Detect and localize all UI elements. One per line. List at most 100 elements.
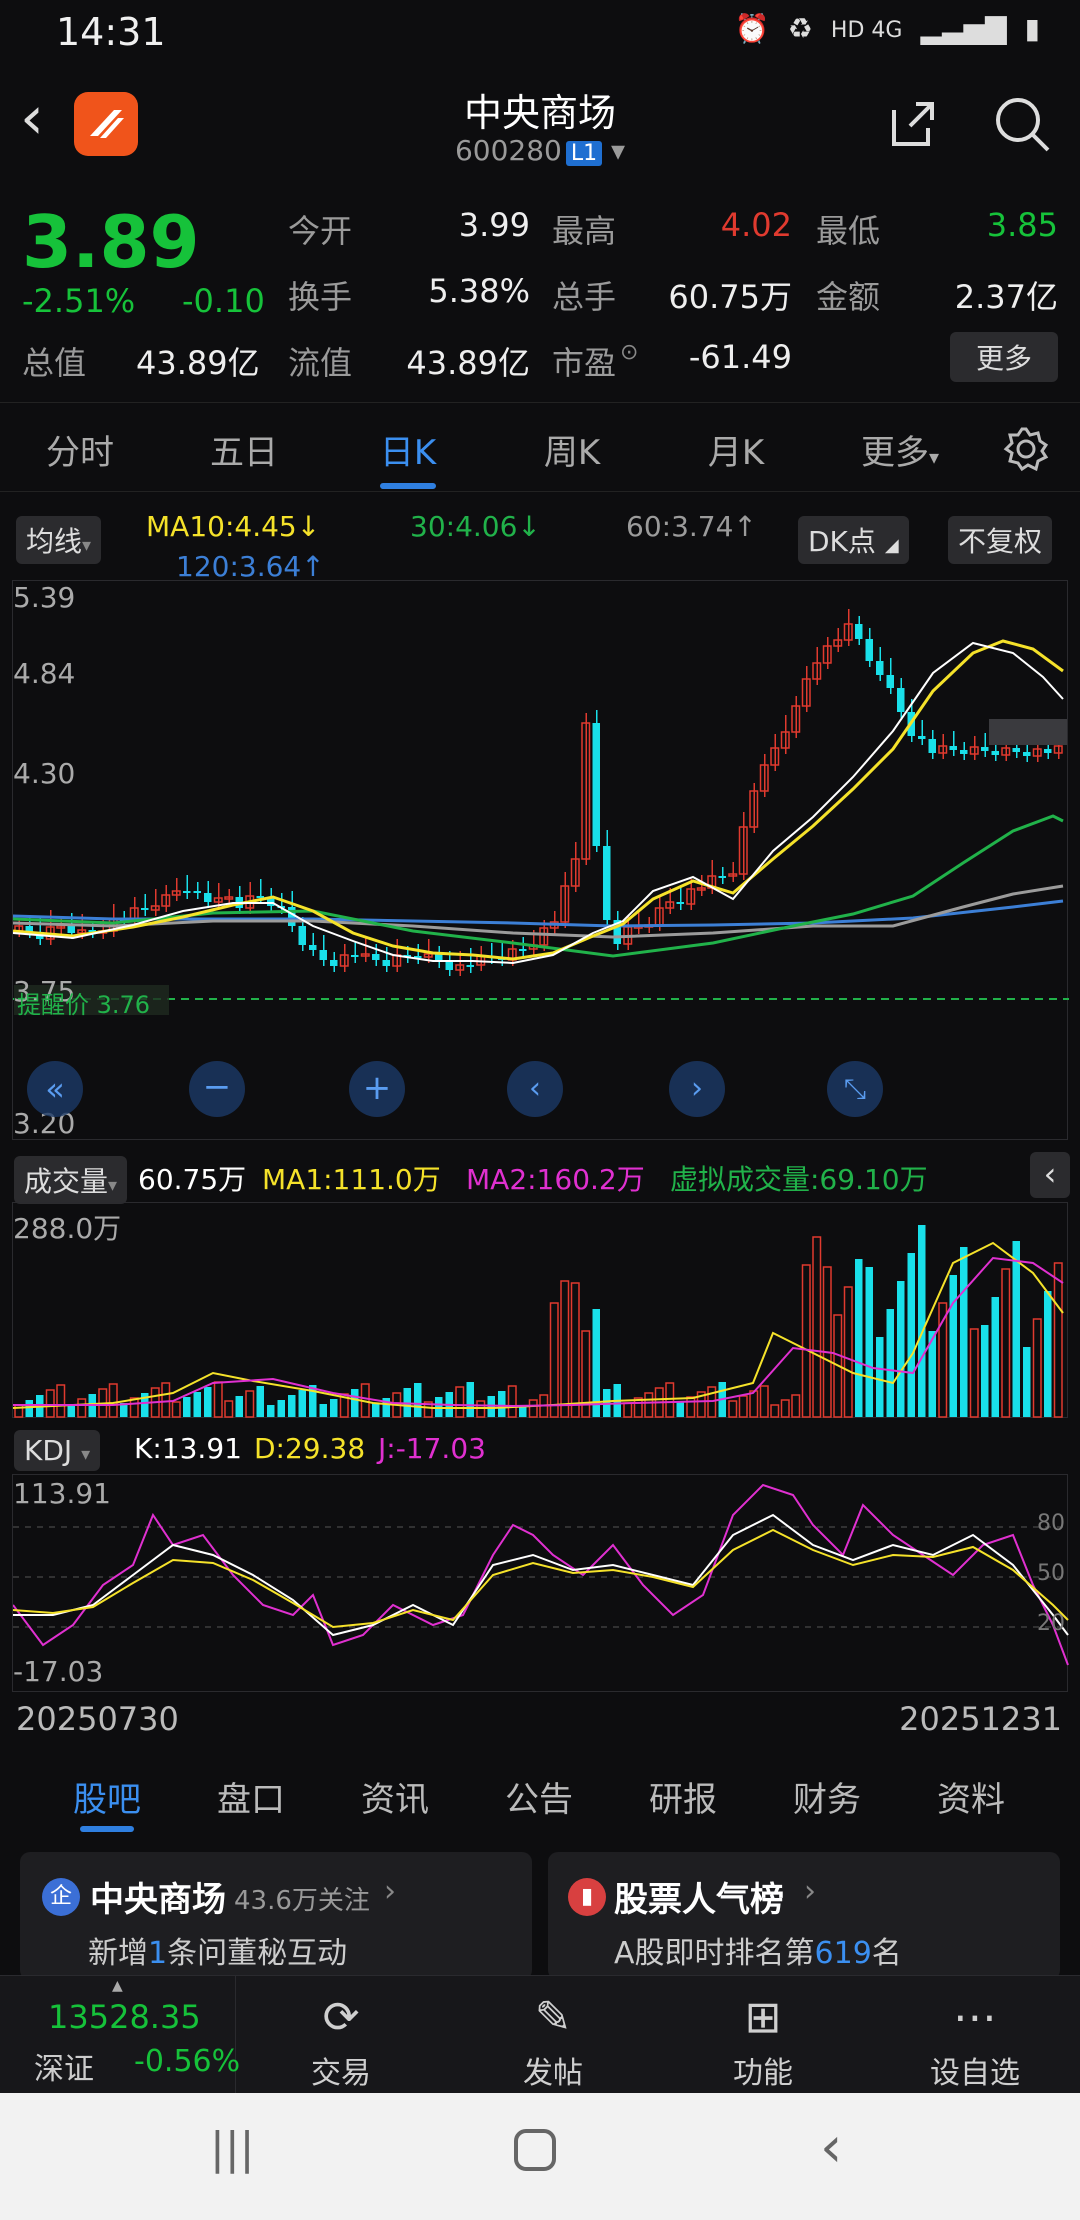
- popularity-card[interactable]: ▮ 股票人气榜 › A股即时排名第619名: [548, 1852, 1060, 1980]
- kdj-k: K:13.91: [134, 1432, 242, 1465]
- scroll-left-icon[interactable]: «: [27, 1061, 83, 1117]
- volume-bar: [907, 1253, 915, 1417]
- volume-bar: [204, 1387, 212, 1417]
- dk-point-button[interactable]: DK点 ◢: [798, 516, 909, 564]
- tab-announcements[interactable]: 公告: [474, 1772, 604, 1821]
- high-value: 4.02: [720, 206, 792, 244]
- tab-forum[interactable]: 股吧: [42, 1772, 172, 1821]
- kdj-select-button[interactable]: KDJ ▾: [14, 1430, 101, 1471]
- volume-bar: [183, 1397, 191, 1417]
- tab-monthly-k[interactable]: 月K: [666, 425, 806, 474]
- candle-body: [876, 661, 884, 675]
- tab-five-day[interactable]: 五日: [174, 425, 314, 474]
- more-dots-icon: ⋯: [953, 1992, 997, 2043]
- status-time: 14:31: [56, 10, 166, 54]
- tab-financials[interactable]: 财务: [762, 1772, 892, 1821]
- share-icon[interactable]: [880, 92, 944, 156]
- kdj-level-50: 50: [1037, 1561, 1065, 1586]
- function-button[interactable]: ⊞ 功能: [678, 1988, 848, 2092]
- adjust-mode-button[interactable]: 不复权: [948, 516, 1053, 564]
- expand-up-icon: ▲: [112, 1978, 123, 1994]
- post-button[interactable]: ✎ 发帖: [468, 1988, 638, 2092]
- search-icon[interactable]: [990, 92, 1054, 156]
- quote-panel: 3.89 -2.51% -0.10 总值 43.89亿 今开 3.99 最高 4…: [0, 182, 1080, 400]
- tab-profile[interactable]: 资料: [906, 1772, 1036, 1821]
- volume-bar: [235, 1396, 243, 1417]
- recent-apps-icon[interactable]: |||: [210, 2123, 254, 2174]
- volume-bar: [918, 1225, 926, 1417]
- kdj-chart[interactable]: 113.91 -17.03 80 50 20: [12, 1474, 1069, 1692]
- candle-body: [193, 891, 201, 893]
- volume-bar: [665, 1382, 675, 1418]
- volume-bar: [455, 1386, 465, 1418]
- volume-max-label: 288.0万: [13, 1212, 122, 1245]
- volume-bar: [876, 1337, 884, 1417]
- step-forward-icon[interactable]: ›: [669, 1061, 725, 1117]
- zoom-out-icon[interactable]: −: [189, 1061, 245, 1117]
- y-label-2: 4.84: [13, 657, 76, 690]
- system-nav-bar: ||| ‹: [0, 2093, 1080, 2220]
- index-ticker[interactable]: ▲ 13528.35 深证 -0.56%: [0, 1976, 240, 2094]
- candle-body: [603, 846, 611, 920]
- collapse-panel-icon[interactable]: ‹: [1030, 1152, 1070, 1198]
- dk-point-label: DK点: [808, 525, 876, 558]
- ma120-legend: 120:3.64↑: [176, 550, 325, 583]
- volume-bar: [77, 1398, 87, 1418]
- tab-orderbook[interactable]: 盘口: [186, 1772, 316, 1821]
- volume-bar: [949, 1275, 957, 1417]
- volume-bar: [644, 1392, 654, 1418]
- volume-bar: [45, 1389, 55, 1418]
- zoom-in-icon[interactable]: +: [349, 1061, 405, 1117]
- pe-info-icon[interactable]: ⊙: [620, 340, 638, 365]
- volume-bar: [676, 1402, 684, 1417]
- volume-bar: [549, 1302, 559, 1418]
- tab-more-label: 更多: [860, 433, 929, 473]
- corner-triangle-icon: ◢: [884, 535, 899, 556]
- tab-daily-k[interactable]: 日K: [338, 425, 478, 474]
- home-icon[interactable]: [514, 2129, 556, 2171]
- kdj-svg: [12, 1483, 1069, 1666]
- ma-select-label: 均线: [26, 525, 83, 558]
- volume-bar: [865, 1267, 873, 1417]
- status-bar: 14:31 ⏰ ♻ HD 4G ▂▃▅▇ ▮: [0, 0, 1080, 66]
- y-label-max: 5.39: [13, 581, 76, 614]
- settings-gear-icon[interactable]: [1002, 425, 1050, 477]
- network-label: HD 4G: [830, 18, 903, 43]
- volume-bar: [560, 1280, 570, 1418]
- tab-research[interactable]: 研报: [618, 1772, 748, 1821]
- kline-chart[interactable]: 5.39 4.84 4.30 3.75 提醒价 3.76 3.20 « − + …: [12, 580, 1069, 1140]
- forum-card-line: 新增1条问董秘互动: [88, 1936, 348, 1971]
- volume-bar: [855, 1259, 863, 1417]
- index-value: 13528.35: [48, 1998, 201, 2036]
- candle-body: [351, 955, 359, 957]
- ma-select-button[interactable]: 均线▾: [16, 516, 102, 564]
- volume-bar: [1012, 1241, 1020, 1417]
- candle-body: [991, 751, 999, 755]
- chevron-down-icon: ▾: [81, 1444, 91, 1465]
- volume-chart[interactable]: 288.0万: [12, 1202, 1068, 1418]
- volume-bar: [466, 1382, 474, 1417]
- function-label: 功能: [733, 2056, 793, 2091]
- forum-card[interactable]: 企 中央商场 43.6万关注 › 新增1条问董秘互动: [20, 1852, 532, 1980]
- more-quote-button[interactable]: 更多: [950, 332, 1058, 382]
- step-back-icon[interactable]: ‹: [507, 1061, 563, 1117]
- volume-bar: [108, 1383, 118, 1418]
- candle-body: [445, 962, 453, 970]
- ma30-legend: 30:4.06↓: [410, 510, 541, 543]
- volume-select-button[interactable]: 成交量▾: [14, 1156, 128, 1204]
- volume-ma1: MA1:111.0万: [262, 1163, 441, 1196]
- candle-body: [676, 902, 684, 904]
- volume-bar: [686, 1396, 696, 1418]
- popularity-card-title: 股票人气榜: [614, 1880, 784, 1920]
- tab-news[interactable]: 资讯: [330, 1772, 460, 1821]
- tab-intraday[interactable]: 分时: [10, 425, 150, 474]
- volume-bar: [812, 1236, 822, 1418]
- tab-weekly-k[interactable]: 周K: [502, 425, 642, 474]
- tab-more[interactable]: 更多▾: [830, 425, 970, 474]
- fullscreen-icon[interactable]: ⤡: [827, 1061, 883, 1117]
- volume-bar: [56, 1384, 66, 1418]
- add-watchlist-button[interactable]: ⋯ 设自选: [890, 1988, 1060, 2092]
- trade-button[interactable]: ⟳ 交易: [256, 1988, 426, 2092]
- back-nav-icon[interactable]: ‹: [820, 2115, 842, 2180]
- chevron-right-icon: ›: [804, 1874, 816, 1909]
